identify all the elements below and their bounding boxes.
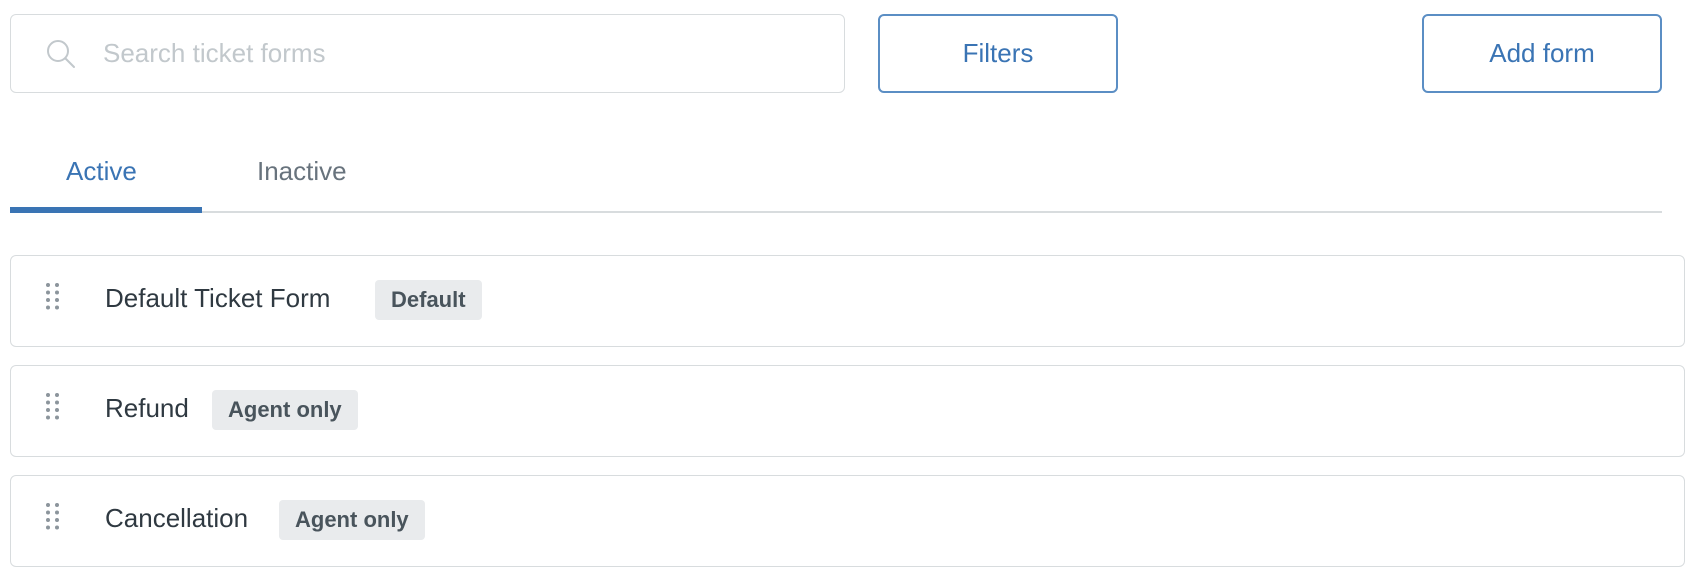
form-row[interactable]: Cancellation Agent only xyxy=(10,475,1685,567)
search-box[interactable] xyxy=(10,14,845,93)
agent-only-badge: Agent only xyxy=(279,500,425,540)
search-icon xyxy=(47,40,75,68)
tab-active[interactable]: Active xyxy=(66,156,137,187)
form-name[interactable]: Default Ticket Form xyxy=(105,283,330,314)
drag-handle-icon[interactable] xyxy=(45,282,61,310)
tab-divider xyxy=(10,211,1662,213)
agent-only-badge: Agent only xyxy=(212,390,358,430)
search-input[interactable] xyxy=(101,37,825,70)
drag-handle-icon[interactable] xyxy=(45,392,61,420)
form-row[interactable]: Default Ticket Form Default xyxy=(10,255,1685,347)
filters-button[interactable]: Filters xyxy=(878,14,1118,93)
default-badge: Default xyxy=(375,280,482,320)
ticket-forms-page: Filters Add form Active Inactive Default… xyxy=(0,0,1694,584)
active-tab-indicator xyxy=(10,207,202,213)
tab-inactive[interactable]: Inactive xyxy=(257,156,347,187)
tab-bar: Active Inactive xyxy=(10,140,1662,213)
form-name[interactable]: Cancellation xyxy=(105,503,248,534)
add-form-button[interactable]: Add form xyxy=(1422,14,1662,93)
drag-handle-icon[interactable] xyxy=(45,502,61,530)
form-row[interactable]: Refund Agent only xyxy=(10,365,1685,457)
form-name[interactable]: Refund xyxy=(105,393,189,424)
